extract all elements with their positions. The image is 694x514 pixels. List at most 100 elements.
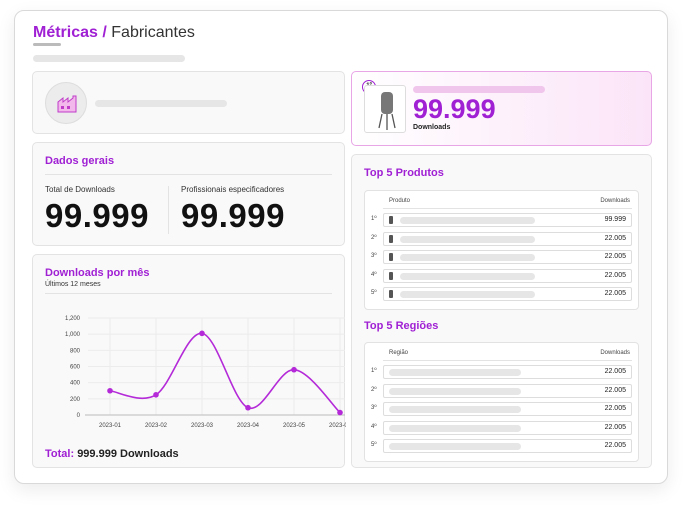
total-label: Total:: [45, 448, 75, 460]
top-products-table: Produto Downloads 1º 99.999 2º 22.005 3º 22.0…: [364, 190, 639, 310]
downloads-value: 22.005: [604, 271, 626, 279]
table-row[interactable]: 22.005: [383, 231, 632, 246]
data-point: [153, 391, 159, 398]
x-tick-label: 2023-05: [283, 423, 306, 429]
table-row[interactable]: 99.999: [383, 213, 632, 227]
name-placeholder: [389, 406, 521, 413]
factory-icon: [57, 95, 77, 113]
col-downloads-header: Downloads: [600, 198, 630, 204]
table-row[interactable]: 22.005: [383, 268, 632, 283]
total-downloads-value: 99.999: [45, 197, 149, 234]
col-downloads-header: Downloads: [600, 350, 630, 356]
y-tick-label: 400: [70, 381, 81, 387]
divider: [45, 293, 332, 294]
name-placeholder: [400, 217, 535, 224]
rankings-panel: Top 5 Produtos Produto Downloads 1º 99.99…: [351, 154, 652, 468]
table-row[interactable]: 22.005: [383, 287, 632, 301]
top-regions-title: Top 5 Regiões: [364, 320, 439, 332]
title-primary: Métricas: [33, 24, 98, 41]
rank-label: 2º: [371, 386, 377, 393]
data-point: [291, 366, 297, 373]
table-row[interactable]: 22.005: [383, 383, 632, 398]
y-tick-label: 1,000: [65, 332, 81, 338]
data-point: [337, 409, 343, 416]
general-data-title: Dados gerais: [45, 155, 115, 167]
product-thumbnail: [364, 85, 406, 133]
manufacturer-avatar: [45, 82, 87, 124]
x-tick-label: 2023-04: [237, 423, 260, 429]
divider: [45, 174, 332, 175]
top-product-label: Downloads: [413, 124, 451, 131]
downloads-value: 22.005: [604, 234, 626, 242]
monthly-total: Total: 999.999 Downloads: [45, 448, 179, 460]
rank-label: 5º: [371, 290, 377, 296]
rank-label: 1º: [371, 368, 377, 374]
product-name-placeholder: [413, 86, 545, 93]
y-tick-label: 600: [70, 365, 81, 371]
name-placeholder: [400, 235, 535, 243]
specifiers-label: Profissionais especificadores: [181, 185, 285, 194]
title-separator: /: [102, 24, 107, 41]
x-tick-label: 2023-01: [99, 423, 122, 429]
name-placeholder: [389, 443, 521, 450]
downloads-value: 99.999: [604, 216, 626, 223]
table-row[interactable]: 22.005: [383, 250, 632, 264]
downloads-value: 22.005: [604, 405, 626, 412]
x-tick-label: 2023-02: [145, 423, 168, 429]
data-point: [107, 387, 113, 394]
rank-label: 3º: [371, 405, 377, 411]
page-title: Métricas / Fabricantes: [33, 24, 195, 42]
downloads-value: 22.005: [604, 290, 626, 297]
series-line: [109, 332, 341, 414]
top-regions-table: Região Downloads 1º 22.005 2º 22.005 3º 22.00…: [364, 342, 639, 462]
downloads-value: 22.005: [604, 423, 626, 431]
table-row[interactable]: 22.005: [383, 420, 632, 435]
product-thumb-icon: [389, 216, 393, 224]
table-row[interactable]: 22.005: [383, 402, 632, 416]
general-data-panel: Dados gerais Total de Downloads 99.999 P…: [32, 142, 345, 246]
manufacturer-card: [32, 71, 345, 134]
name-placeholder: [400, 291, 535, 298]
monthly-title: Downloads por mês: [45, 267, 150, 279]
monthly-subtitle: Últimos 12 meses: [45, 281, 101, 288]
y-tick-label: 800: [70, 348, 81, 354]
subtitle-placeholder: [33, 55, 185, 62]
total-downloads-label: Total de Downloads: [45, 185, 115, 194]
title-secondary: Fabricantes: [111, 24, 195, 41]
rank-label: 5º: [371, 442, 377, 448]
vertical-divider: [168, 186, 169, 234]
table-row[interactable]: 22.005: [383, 365, 632, 379]
name-placeholder: [389, 387, 521, 395]
downloads-value: 22.005: [604, 253, 626, 260]
manufacturer-name-placeholder: [95, 100, 227, 107]
divider: [383, 360, 632, 361]
name-placeholder: [400, 272, 535, 280]
product-thumb-icon: [389, 271, 393, 280]
table-row[interactable]: 22.005: [383, 439, 632, 453]
data-point: [199, 330, 205, 337]
product-thumb-icon: [389, 290, 393, 298]
y-tick-label: 200: [70, 397, 81, 403]
dashboard-window: Métricas / Fabricantes Dados gerais Tota…: [14, 10, 668, 484]
downloads-value: 22.005: [604, 368, 626, 375]
rank-label: 4º: [371, 271, 377, 278]
total-value: 999.999 Downloads: [77, 448, 179, 460]
rank-label: 4º: [371, 423, 377, 430]
top-product-card[interactable]: 1º 99.999 Downloads: [351, 71, 652, 146]
downloads-line-chart: 1,200 1,000 800 600 400 200 0 2023-01 2023-02 202…: [65, 316, 346, 429]
name-placeholder: [389, 424, 521, 432]
product-thumb-icon: [389, 234, 393, 243]
y-tick-label: 1,200: [65, 316, 81, 322]
x-tick-label: 2023-06: [329, 423, 346, 429]
downloads-value: 22.005: [604, 386, 626, 394]
y-tick-label: 0: [77, 413, 81, 419]
x-tick-label: 2023-03: [191, 423, 214, 429]
top-product-count: 99.999: [413, 94, 496, 124]
rank-label: 1º: [371, 216, 377, 222]
title-underline: [33, 43, 61, 46]
name-placeholder: [400, 254, 535, 261]
col-region-header: Região: [389, 350, 409, 356]
divider: [383, 208, 632, 209]
top-products-title: Top 5 Produtos: [364, 167, 444, 179]
downloads-value: 22.005: [604, 442, 626, 449]
